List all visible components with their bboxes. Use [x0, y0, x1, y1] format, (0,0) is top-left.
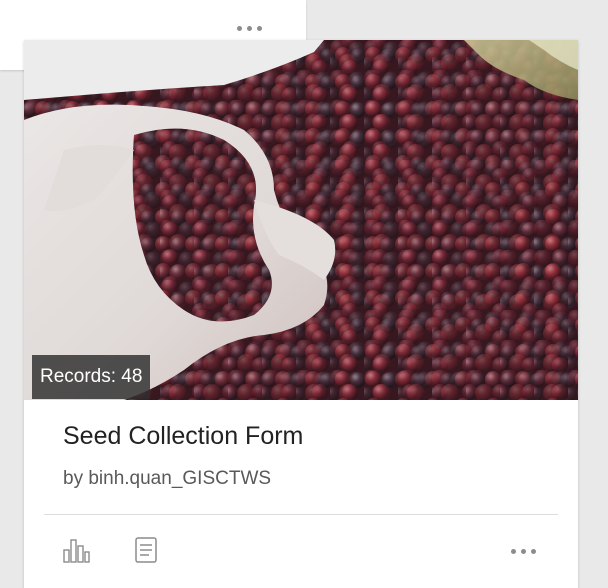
seed-photo-image [24, 40, 578, 400]
records-count-badge: Records: 48 [32, 355, 151, 399]
document-icon [135, 537, 157, 563]
view-data-button[interactable] [132, 536, 160, 564]
more-options-button[interactable] [506, 541, 540, 561]
analyze-button[interactable] [62, 536, 90, 564]
ellipsis-icon [506, 541, 540, 561]
item-thumbnail[interactable]: Records: 48 [24, 40, 578, 400]
divider [44, 514, 558, 515]
ellipsis-icon [232, 18, 266, 38]
item-title[interactable]: Seed Collection Form [63, 422, 303, 451]
more-options-button[interactable] [232, 18, 266, 38]
survey-item-card[interactable]: Records: 48 Seed Collection Form by binh… [24, 40, 578, 588]
bar-chart-icon [63, 539, 90, 563]
page: Records: 48 Seed Collection Form by binh… [0, 0, 608, 588]
item-owner: by binh.quan_GISCTWS [63, 468, 272, 489]
